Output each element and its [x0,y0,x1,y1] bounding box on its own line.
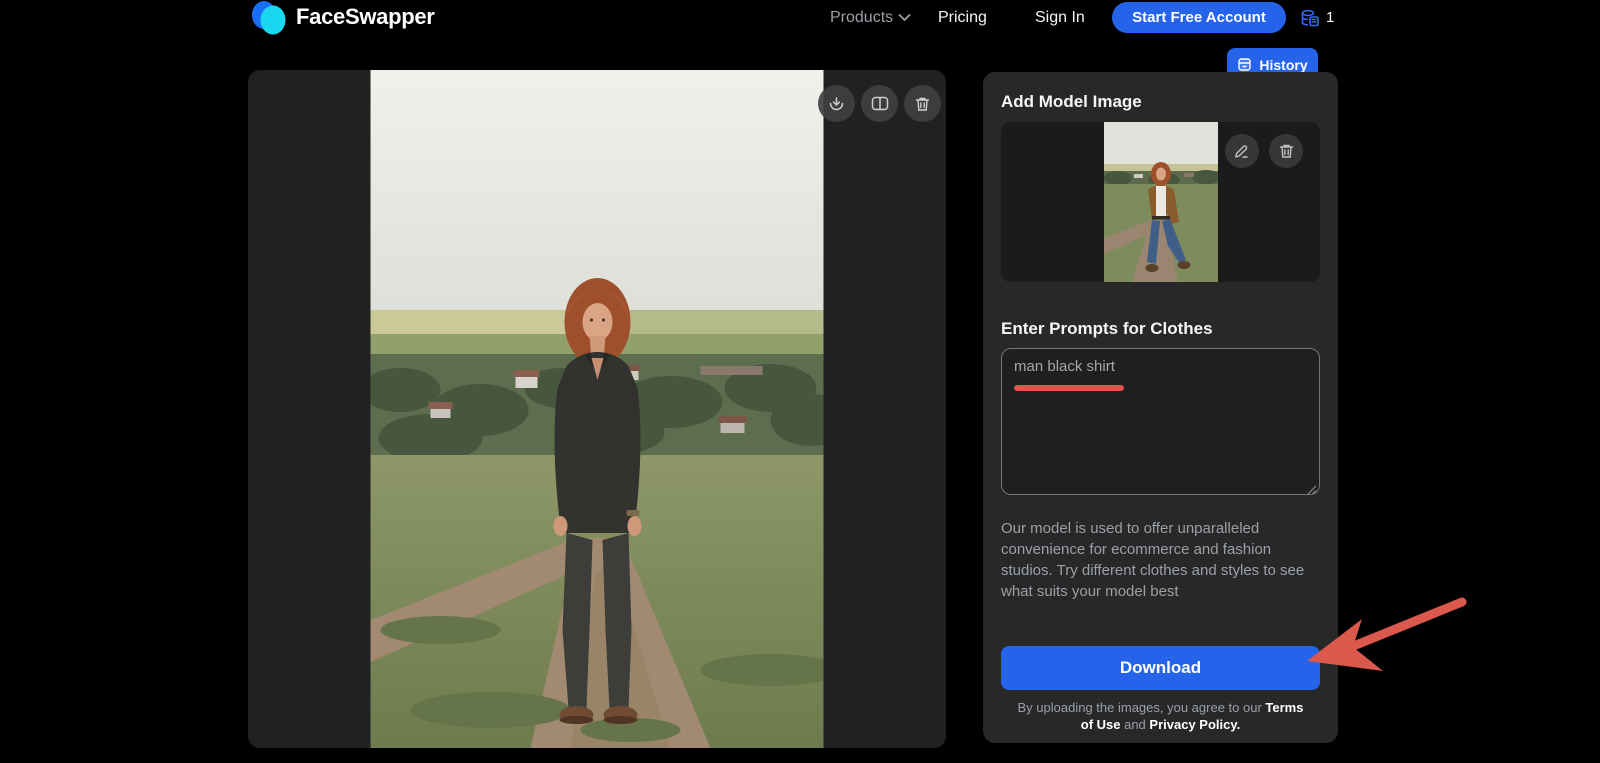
helper-text: Our model is used to offer unparalleled … [1001,520,1305,600]
edit-model-image-button[interactable] [1225,134,1259,168]
chevron-down-icon [898,14,911,21]
credits-coin-icon[interactable] [1300,9,1320,28]
result-image [370,70,824,748]
image-actions [818,85,941,122]
model-thumbnail [1103,122,1218,282]
trash-icon [1279,144,1293,158]
faceswapper-logo-icon [252,1,286,35]
trash-icon [915,97,930,111]
footer-terms-text: By uploading the images, you agree to ou… [1011,699,1311,733]
start-free-account-button[interactable]: Start Free Account [1112,2,1286,33]
brand-title: FaceSwapper [296,4,435,29]
history-archive-icon [1238,58,1252,71]
clothes-prompt-input[interactable]: man black shirt [1001,348,1320,495]
credits-count: 1 [1326,9,1335,26]
delete-image-button[interactable] [904,85,941,122]
download-image-button[interactable] [818,85,855,122]
model-image-card [1001,122,1320,282]
nav-pricing[interactable]: Pricing [938,9,987,27]
prompt-area-wrap: man black shirt [1001,348,1320,500]
nav-products[interactable]: Products [830,9,893,27]
footer-and: and [1120,717,1150,732]
compare-button[interactable] [861,85,898,122]
result-panel [248,70,946,748]
download-icon [829,97,844,111]
control-sidebar: Add Model Image Enter Prompts for Clothe… [983,72,1338,743]
compare-split-icon [871,96,888,111]
prompt-title: Enter Prompts for Clothes [1001,319,1213,338]
privacy-policy-link[interactable]: Privacy Policy. [1149,717,1240,732]
add-model-title: Add Model Image [1001,92,1142,111]
top-nav: FaceSwapper Products Pricing Sign In Sta… [0,0,1600,36]
footer-prefix: By uploading the images, you agree to ou… [1017,700,1266,715]
nav-sign-in[interactable]: Sign In [1035,9,1085,27]
history-label: History [1259,56,1308,73]
download-button[interactable]: Download [1001,646,1320,690]
pencil-edit-icon [1235,145,1248,158]
delete-model-image-button[interactable] [1269,134,1303,168]
